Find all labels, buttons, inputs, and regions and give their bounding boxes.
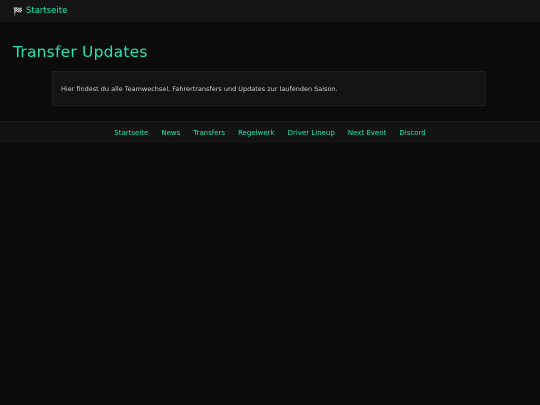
nav-transfers[interactable]: Transfers bbox=[193, 129, 225, 137]
top-bar: 🏁 Startseite bbox=[0, 0, 540, 22]
checkered-flag-icon: 🏁 bbox=[13, 6, 23, 16]
home-link[interactable]: 🏁 Startseite bbox=[13, 6, 67, 16]
nav-discord[interactable]: Discord bbox=[399, 129, 425, 137]
nav-news[interactable]: News bbox=[161, 129, 180, 137]
nav-regelwerk[interactable]: Regelwerk bbox=[238, 129, 275, 137]
home-link-label: Startseite bbox=[25, 6, 68, 16]
nav-startseite[interactable]: Startseite bbox=[114, 129, 148, 137]
nav-next-event[interactable]: Next Event bbox=[348, 129, 387, 137]
intro-text: Hier findest du alle Teamwechsel, Fahrer… bbox=[61, 84, 338, 93]
main-nav: Startseite News Transfers Regelwerk Driv… bbox=[0, 121, 540, 143]
intro-box: Hier findest du alle Teamwechsel, Fahrer… bbox=[52, 71, 486, 106]
nav-driver-lineup[interactable]: Driver Lineup bbox=[288, 129, 335, 137]
page-title: Transfer Updates bbox=[13, 43, 148, 61]
